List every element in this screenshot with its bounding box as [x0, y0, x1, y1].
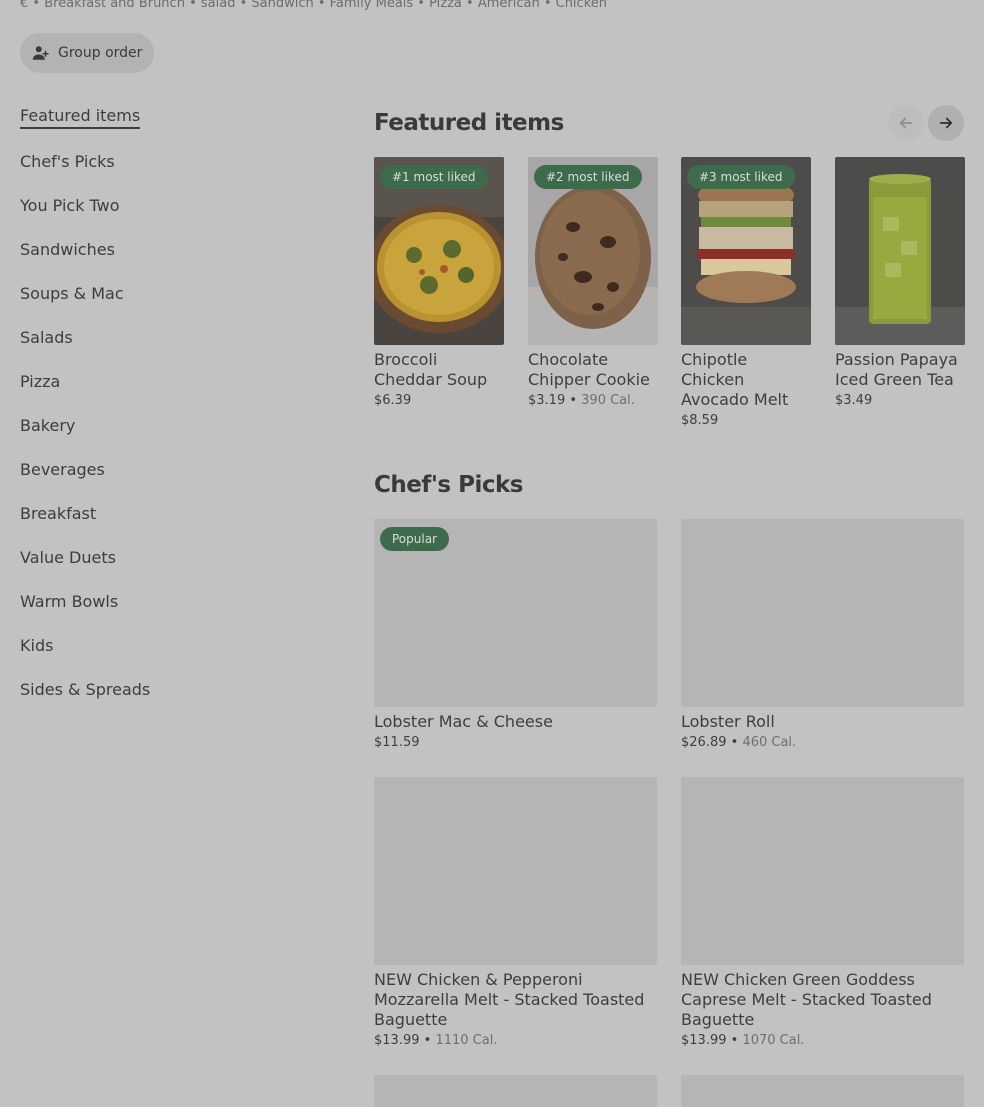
item-image-placeholder	[681, 777, 964, 965]
chefs-pick-card[interactable]: NEW Chicken Green Goddess Caprese Melt -…	[681, 777, 964, 1048]
item-meta: $13.99 • 1110 Cal.	[374, 1033, 498, 1048]
item-image-placeholder: Popular	[374, 519, 657, 707]
sidebar-item-featured-items[interactable]: Featured items	[20, 95, 320, 139]
sidebar-item-soups-mac[interactable]: Soups & Mac	[20, 271, 320, 315]
item-price: $6.39	[374, 393, 412, 408]
featured-item-card[interactable]: #2 most liked Chocolate Chipper Cookie $…	[528, 157, 658, 408]
item-image: #2 most liked	[528, 157, 658, 345]
sidebar-item-label: Beverages	[20, 459, 105, 479]
chefs-pick-card[interactable]: NEW Chicken & Pepperoni Mozzarella Melt …	[374, 777, 657, 1048]
sidebar-item-label: Warm Bowls	[20, 591, 119, 611]
item-price: $3.19	[528, 393, 566, 408]
featured-item-card[interactable]: #3 most liked Chipotle Chicken Avocado M…	[681, 157, 811, 428]
chefs-pick-card[interactable]	[681, 1075, 964, 1107]
popular-badge: Popular	[380, 527, 449, 551]
item-price: $8.59	[681, 413, 719, 428]
item-name: Lobster Mac & Cheese	[374, 712, 553, 731]
item-price: $13.99	[374, 1033, 420, 1048]
featured-items-heading: Featured items	[374, 110, 564, 136]
item-price: $26.89	[681, 735, 727, 750]
item-meta: $3.19 • 390 Cal.	[528, 393, 635, 408]
item-image: #3 most liked	[681, 157, 811, 345]
rank-badge: #2 most liked	[534, 165, 642, 189]
sidebar-item-you-pick-two[interactable]: You Pick Two	[20, 183, 320, 227]
sidebar-item-kids[interactable]: Kids	[20, 623, 320, 667]
item-image-placeholder	[681, 519, 964, 707]
item-price: $13.99	[681, 1033, 727, 1048]
iced-tea-image	[835, 157, 965, 345]
item-image-placeholder	[681, 1075, 964, 1107]
chefs-pick-card[interactable]: Lobster Roll $26.89 • 460 Cal.	[681, 519, 964, 750]
chefs-pick-card[interactable]	[374, 1075, 657, 1107]
item-meta: $11.59	[374, 735, 657, 750]
sidebar-item-sides-spreads[interactable]: Sides & Spreads	[20, 667, 320, 711]
sidebar-item-label: Value Duets	[20, 547, 116, 567]
sidebar-item-label: Kids	[20, 635, 54, 655]
item-meta: $3.49	[835, 393, 965, 408]
sidebar-item-salads[interactable]: Salads	[20, 315, 320, 359]
item-meta: $26.89 • 460 Cal.	[681, 735, 797, 750]
sidebar-item-label: Salads	[20, 327, 73, 347]
store-tags: € • Breakfast and Brunch • salad • Sandw…	[20, 0, 607, 11]
item-name: Broccoli Cheddar Soup	[374, 350, 488, 389]
sidebar-item-label: Featured items	[20, 106, 141, 129]
chefs-pick-card[interactable]: Popular Lobster Mac & Cheese $11.59	[374, 519, 657, 750]
sidebar-item-label: Breakfast	[20, 503, 97, 523]
arrow-right-icon	[939, 117, 953, 129]
sidebar-item-label: Bakery	[20, 415, 76, 435]
sidebar-item-value-duets[interactable]: Value Duets	[20, 535, 320, 579]
arrow-left-icon	[899, 117, 913, 129]
rank-badge: #1 most liked	[380, 165, 488, 189]
item-name: NEW Chicken & Pepperoni Mozzarella Melt …	[374, 970, 645, 1029]
item-calories: 390 Cal.	[581, 393, 635, 408]
item-calories: 1110 Cal.	[435, 1033, 498, 1048]
item-name: Passion Papaya Iced Green Tea	[835, 350, 958, 389]
item-name: Chipotle Chicken Avocado Melt	[681, 350, 789, 409]
item-calories: 1070 Cal.	[742, 1033, 805, 1048]
item-meta: $6.39	[374, 393, 504, 408]
featured-item-card[interactable]: #1 most liked Broccoli Cheddar Soup $6.3…	[374, 157, 504, 408]
featured-item-card[interactable]: Passion Papaya Iced Green Tea $3.49	[835, 157, 965, 408]
sidebar-item-sandwiches[interactable]: Sandwiches	[20, 227, 320, 271]
sidebar-item-pizza[interactable]: Pizza	[20, 359, 320, 403]
item-price: $3.49	[835, 393, 873, 408]
sidebar-item-breakfast[interactable]: Breakfast	[20, 491, 320, 535]
carousel-next-button[interactable]	[928, 105, 964, 141]
group-order-label: Group order	[58, 45, 143, 61]
item-image: #1 most liked	[374, 157, 504, 345]
item-price: $11.59	[374, 735, 420, 750]
sidebar-item-label: Sides & Spreads	[20, 679, 151, 699]
chefs-picks-heading: Chef's Picks	[374, 472, 523, 498]
sidebar-item-label: You Pick Two	[20, 195, 120, 215]
sidebar-item-label: Sandwiches	[20, 239, 115, 259]
item-image-placeholder	[374, 777, 657, 965]
item-meta: $13.99 • 1070 Cal.	[681, 1033, 805, 1048]
sidebar-item-chefs-picks[interactable]: Chef's Picks	[20, 139, 320, 183]
item-image-placeholder	[374, 1075, 657, 1107]
item-image	[835, 157, 965, 345]
carousel-prev-button[interactable]	[888, 105, 924, 141]
sidebar-item-beverages[interactable]: Beverages	[20, 447, 320, 491]
item-name: Chocolate Chipper Cookie	[528, 350, 650, 389]
group-order-button[interactable]: Group order	[20, 33, 154, 73]
item-name: Lobster Roll	[681, 712, 775, 731]
item-meta: $8.59	[681, 413, 811, 428]
sidebar-item-bakery[interactable]: Bakery	[20, 403, 320, 447]
item-name: NEW Chicken Green Goddess Caprese Melt -…	[681, 970, 932, 1029]
person-add-icon	[32, 46, 49, 60]
sidebar-item-label: Pizza	[20, 371, 61, 391]
sidebar-item-warm-bowls[interactable]: Warm Bowls	[20, 579, 320, 623]
category-sidebar: Featured items Chef's Picks You Pick Two…	[20, 95, 320, 711]
sidebar-item-label: Soups & Mac	[20, 283, 124, 303]
sidebar-item-label: Chef's Picks	[20, 151, 115, 171]
rank-badge: #3 most liked	[687, 165, 795, 189]
item-calories: 460 Cal.	[742, 735, 797, 750]
